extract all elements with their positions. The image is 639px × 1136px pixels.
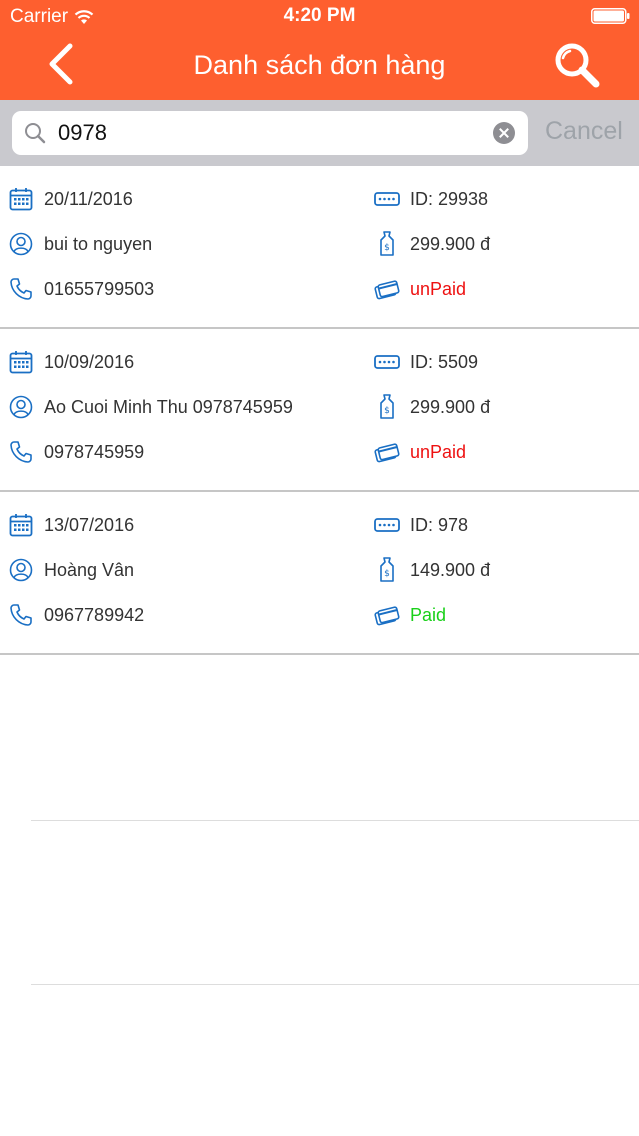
clear-search-button[interactable] xyxy=(493,122,515,144)
price-tag-icon: $ xyxy=(374,394,400,420)
order-list: 20/11/2016 ID: 29938 bui to nguyen $ 299… xyxy=(0,166,639,655)
customer-name: bui to nguyen xyxy=(44,233,153,254)
svg-text:$: $ xyxy=(384,243,390,253)
phone-row: 0967789942 xyxy=(8,602,144,628)
battery-icon xyxy=(591,8,630,24)
id-card-icon xyxy=(374,512,400,538)
price-tag-icon: $ xyxy=(374,231,400,257)
price-row: $ 149.900 đ xyxy=(374,557,490,583)
search-icon xyxy=(25,123,46,144)
customer-name: Ao Cuoi Minh Thu 0978745959 xyxy=(44,396,293,417)
order-price: 299.900 đ xyxy=(410,396,491,417)
payment-status: unPaid xyxy=(410,278,467,299)
empty-row-separator xyxy=(31,984,639,985)
order-id: ID: 5509 xyxy=(410,351,479,372)
phone-icon xyxy=(8,439,34,465)
payment-status: unPaid xyxy=(410,441,467,462)
payment-status: Paid xyxy=(410,604,447,625)
order-date: 10/09/2016 xyxy=(44,351,135,372)
order-id-row: ID: 5509 xyxy=(374,349,478,375)
order-date: 20/11/2016 xyxy=(44,188,133,209)
customer-name: Hoàng Vân xyxy=(44,559,135,580)
phone-row: 01655799503 xyxy=(8,276,154,302)
search-button[interactable] xyxy=(552,40,604,92)
order-id: ID: 29938 xyxy=(410,188,489,209)
user-icon xyxy=(8,394,34,420)
user-icon xyxy=(8,231,34,257)
search-bar: Cancel xyxy=(0,100,639,166)
svg-text:$: $ xyxy=(384,569,390,579)
svg-text:$: $ xyxy=(384,406,390,416)
calendar-icon xyxy=(8,349,34,375)
search-field[interactable] xyxy=(12,111,528,155)
credit-card-icon xyxy=(374,276,400,302)
page-title: Danh sách đơn hàng xyxy=(193,50,446,80)
price-row: $ 299.900 đ xyxy=(374,394,490,420)
customer-phone: 01655799503 xyxy=(44,278,155,299)
order-row[interactable]: 20/11/2016 ID: 29938 bui to nguyen $ 299… xyxy=(0,166,639,329)
order-date: 13/07/2016 xyxy=(44,514,135,535)
customer-row: Ao Cuoi Minh Thu 0978745959 xyxy=(8,394,293,420)
price-tag-icon: $ xyxy=(374,557,400,583)
customer-phone: 0967789942 xyxy=(44,604,145,625)
calendar-icon xyxy=(8,512,34,538)
empty-row-separator xyxy=(31,820,639,821)
order-date-row: 13/07/2016 xyxy=(8,512,134,538)
calendar-icon xyxy=(8,186,34,212)
app-header: Carrier 4:20 PM Danh sách đơn hàng xyxy=(0,0,639,100)
credit-card-icon xyxy=(374,439,400,465)
order-id: ID: 978 xyxy=(410,514,469,535)
order-row[interactable]: 10/09/2016 ID: 5509 Ao Cuoi Minh Thu 097… xyxy=(0,329,639,492)
phone-row: 0978745959 xyxy=(8,439,144,465)
id-card-icon xyxy=(374,186,400,212)
user-icon xyxy=(8,557,34,583)
navigation-bar: Danh sách đơn hàng xyxy=(0,32,639,100)
order-id-row: ID: 29938 xyxy=(374,186,488,212)
customer-row: Hoàng Vân xyxy=(8,557,134,583)
customer-phone: 0978745959 xyxy=(44,441,145,462)
credit-card-icon xyxy=(374,602,400,628)
payment-row: unPaid xyxy=(374,276,466,302)
id-card-icon xyxy=(374,349,400,375)
price-row: $ 299.900 đ xyxy=(374,231,490,257)
order-row[interactable]: 13/07/2016 ID: 978 Hoàng Vân $ 149.900 đ… xyxy=(0,492,639,655)
clock: 4:20 PM xyxy=(283,5,356,26)
order-id-row: ID: 978 xyxy=(374,512,468,538)
payment-row: unPaid xyxy=(374,439,466,465)
order-price: 149.900 đ xyxy=(410,559,491,580)
phone-icon xyxy=(8,602,34,628)
order-date-row: 20/11/2016 xyxy=(8,186,133,212)
phone-icon xyxy=(8,276,34,302)
order-price: 299.900 đ xyxy=(410,233,491,254)
order-date-row: 10/09/2016 xyxy=(8,349,134,375)
cancel-button[interactable]: Cancel xyxy=(545,117,623,146)
status-bar: Carrier 4:20 PM xyxy=(0,0,639,32)
payment-row: Paid xyxy=(374,602,446,628)
customer-row: bui to nguyen xyxy=(8,231,152,257)
search-input[interactable] xyxy=(58,117,478,149)
